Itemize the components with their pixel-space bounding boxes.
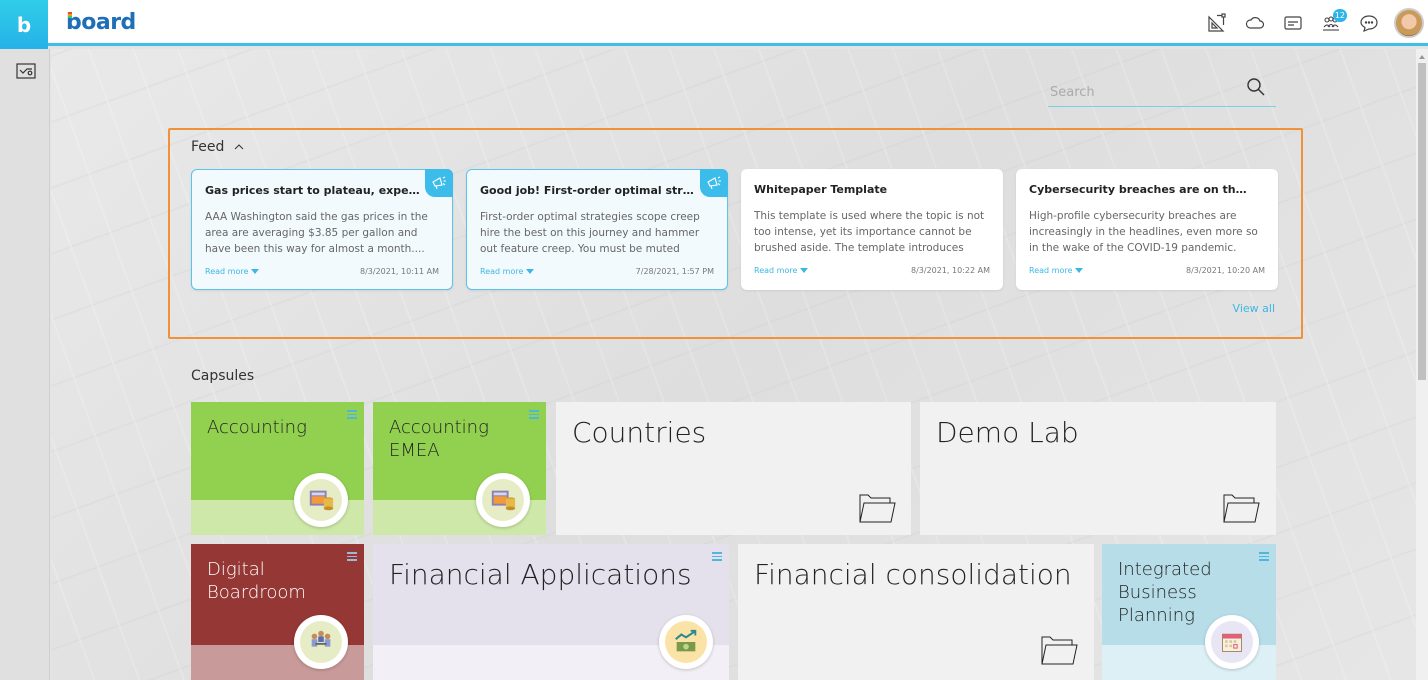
capsule-accounting-emea[interactable]: Accounting EMEA xyxy=(373,402,546,535)
caret-down-icon xyxy=(800,268,809,273)
folder-name: Countries xyxy=(572,416,707,449)
collaborators-icon[interactable]: 12 xyxy=(1312,0,1350,46)
card-body: AAA Washington said the gas prices in th… xyxy=(205,211,428,255)
view-all-link[interactable]: View all xyxy=(1233,302,1275,315)
board-logo[interactable]: board xyxy=(66,10,136,35)
card-title: Good job! First-order optimal strateg... xyxy=(480,184,700,197)
card-date: 7/28/2021, 1:57 PM xyxy=(635,267,714,276)
read-more-link[interactable]: Read more xyxy=(1029,266,1084,275)
user-avatar[interactable] xyxy=(1394,8,1424,38)
capsule-accounting[interactable]: Accounting xyxy=(191,402,364,535)
chevron-up-icon[interactable] xyxy=(234,142,244,152)
caret-down-icon xyxy=(526,269,535,274)
money-growth-icon xyxy=(659,615,713,669)
feed-cards: Gas prices start to plateau, experts s..… xyxy=(191,169,1278,290)
top-icons: 12 xyxy=(1198,0,1428,46)
calendar-icon xyxy=(1205,615,1259,669)
folder-countries[interactable]: Countries xyxy=(556,402,911,535)
chat-icon[interactable] xyxy=(1350,0,1388,46)
left-sidebar xyxy=(0,49,50,680)
card-body: This template is used where the topic is… xyxy=(754,210,985,254)
folder-demo-lab[interactable]: Demo Lab xyxy=(920,402,1276,535)
design-icon[interactable] xyxy=(1198,0,1236,46)
folder-name: Demo Lab xyxy=(936,416,1079,449)
caret-down-icon xyxy=(251,269,260,274)
card-body: High-profile cybersecurity breaches are … xyxy=(1029,210,1258,254)
capsule-name: Digital Boardroom xyxy=(207,559,306,603)
meeting-icon xyxy=(294,615,348,669)
read-more-label: Read more xyxy=(480,267,524,276)
folder-financial-consolidation[interactable]: Financial consolidation xyxy=(738,544,1094,680)
folder-name: Financial consolidation xyxy=(754,558,1072,591)
main-content: Feed Gas prices start to plateau, expert… xyxy=(51,49,1416,680)
vertical-scrollbar[interactable] xyxy=(1416,49,1428,680)
megaphone-icon xyxy=(707,176,721,190)
feed-card[interactable]: Gas prices start to plateau, experts s..… xyxy=(191,169,453,290)
safe-coins-icon xyxy=(294,473,348,527)
scroll-up-arrow[interactable] xyxy=(1419,55,1425,59)
card-title: Whitepaper Template xyxy=(754,183,888,196)
card-body: First-order optimal strategies scope cre… xyxy=(480,211,700,255)
search-box xyxy=(1048,77,1276,107)
feed-card[interactable]: Cybersecurity breaches are on the rise. … xyxy=(1016,169,1278,290)
read-more-label: Read more xyxy=(205,267,249,276)
logo-text: board xyxy=(66,10,136,35)
feed-card[interactable]: Good job! First-order optimal strateg...… xyxy=(466,169,728,290)
caret-down-icon xyxy=(1075,268,1084,273)
read-more-label: Read more xyxy=(754,266,798,275)
notification-badge: 12 xyxy=(1332,9,1347,22)
read-more-link[interactable]: Read more xyxy=(480,267,535,276)
read-more-link[interactable]: Read more xyxy=(205,267,260,276)
menu-icon[interactable] xyxy=(529,410,539,419)
folder-icon xyxy=(1041,636,1078,665)
capsule-name: Financial Applications xyxy=(389,558,692,591)
brand-tile-letter: b xyxy=(16,12,32,37)
search-input[interactable] xyxy=(1050,85,1230,100)
home-button[interactable]: b xyxy=(0,0,48,49)
folder-icon xyxy=(859,494,896,523)
top-bar: b board 12 xyxy=(0,0,1428,49)
card-date: 8/3/2021, 10:20 AM xyxy=(1186,266,1265,275)
capsule-financial-applications[interactable]: Financial Applications xyxy=(373,544,729,680)
capsule-digital-boardroom[interactable]: Digital Boardroom xyxy=(191,544,364,680)
announcement-flag xyxy=(425,169,453,197)
capsule-name: Accounting EMEA xyxy=(389,417,489,461)
capsules-title: Capsules xyxy=(191,368,255,384)
feed-panel: Feed Gas prices start to plateau, expert… xyxy=(168,128,1303,339)
announcement-flag xyxy=(700,169,728,197)
card-date: 8/3/2021, 10:22 AM xyxy=(911,266,990,275)
menu-icon[interactable] xyxy=(347,552,357,561)
feed-card[interactable]: Whitepaper Template This template is use… xyxy=(741,169,1003,290)
search-icon[interactable] xyxy=(1246,77,1266,97)
menu-icon[interactable] xyxy=(1259,552,1269,561)
card-title: Cybersecurity breaches are on the rise. … xyxy=(1029,183,1249,196)
capsule-integrated-business-planning[interactable]: Integrated Business Planning xyxy=(1102,544,1276,680)
message-board-icon[interactable] xyxy=(1274,0,1312,46)
safe-coins-icon xyxy=(476,473,530,527)
menu-icon[interactable] xyxy=(712,552,722,561)
megaphone-icon xyxy=(432,176,446,190)
card-date: 8/3/2021, 10:11 AM xyxy=(360,267,439,276)
folder-icon xyxy=(1223,494,1260,523)
cloud-icon[interactable] xyxy=(1236,0,1274,46)
logo-dots xyxy=(68,12,72,18)
scroll-thumb[interactable] xyxy=(1418,63,1426,380)
read-more-link[interactable]: Read more xyxy=(754,266,809,275)
read-more-label: Read more xyxy=(1029,266,1073,275)
feed-header[interactable]: Feed xyxy=(191,139,244,155)
menu-icon[interactable] xyxy=(347,410,357,419)
capsule-name: Accounting xyxy=(207,417,307,438)
feed-title: Feed xyxy=(191,139,225,155)
dashboard-toggle-icon[interactable] xyxy=(16,63,36,79)
card-title: Gas prices start to plateau, experts s..… xyxy=(205,184,425,197)
